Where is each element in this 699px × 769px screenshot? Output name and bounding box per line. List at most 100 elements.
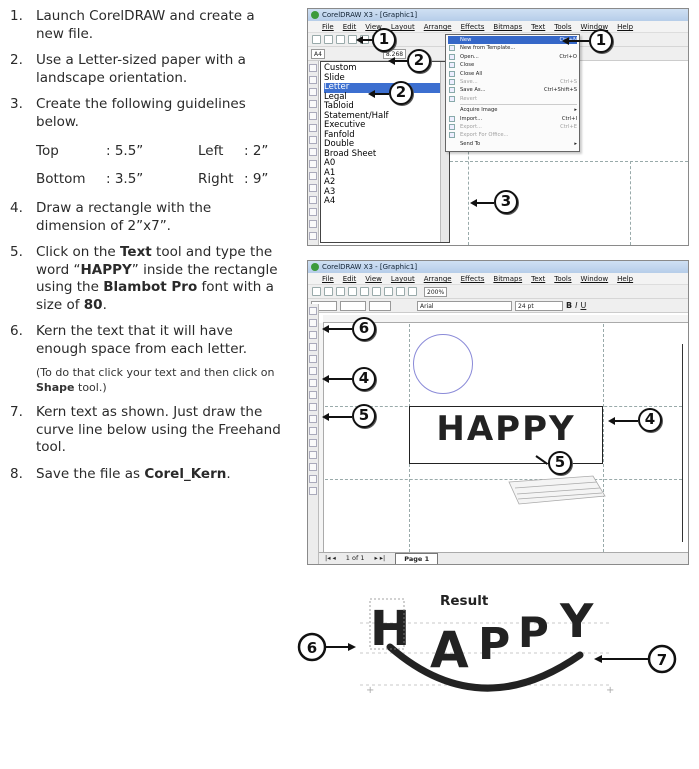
- save-icon[interactable]: [336, 35, 345, 44]
- paper-option[interactable]: A1: [324, 168, 446, 179]
- menu-item-send-to[interactable]: Send To ▸: [460, 140, 577, 148]
- interactive-tool-icon[interactable]: [309, 196, 317, 204]
- horizontal-guideline[interactable]: [450, 161, 688, 162]
- paper-type-dropdown[interactable]: A4: [311, 48, 325, 59]
- fill-tool-icon[interactable]: [309, 475, 317, 483]
- basic-shapes-icon[interactable]: [309, 172, 317, 180]
- connector-tool-icon[interactable]: [309, 487, 317, 495]
- zoom-tool-icon[interactable]: [309, 343, 317, 351]
- menu-layout[interactable]: Layout: [391, 273, 415, 284]
- menu-layout[interactable]: Layout: [391, 21, 415, 32]
- ellipse-tool-icon[interactable]: [309, 391, 317, 399]
- paper-option[interactable]: A0: [324, 158, 446, 169]
- open-icon[interactable]: [324, 35, 333, 44]
- menu-item-revert[interactable]: Revert: [449, 95, 577, 103]
- menu-item-new-from-template[interactable]: New from Template...: [449, 44, 577, 52]
- italic-icon[interactable]: I: [575, 301, 577, 310]
- outline-tool-icon[interactable]: [309, 220, 317, 228]
- font-size-dropdown[interactable]: 24 pt: [515, 300, 563, 311]
- menu-arrange[interactable]: Arrange: [424, 21, 452, 32]
- paper-option[interactable]: A3: [324, 187, 446, 198]
- menu-edit[interactable]: Edit: [343, 273, 357, 284]
- zoom-level-dropdown[interactable]: 200%: [424, 286, 448, 297]
- freehand-tool-icon[interactable]: [309, 112, 317, 120]
- bold-icon[interactable]: B: [566, 301, 572, 310]
- menu-item-acquire-image[interactable]: Acquire Image ▸: [460, 106, 577, 114]
- interactive-tool-icon[interactable]: [309, 439, 317, 447]
- vertical-guideline[interactable]: [630, 161, 631, 245]
- size-field[interactable]: [340, 300, 366, 311]
- menu-item-import[interactable]: Import... Ctrl+I: [449, 115, 577, 123]
- vertical-ruler[interactable]: [319, 323, 324, 552]
- shape-tool-icon[interactable]: [309, 319, 317, 327]
- polygon-tool-icon[interactable]: [309, 160, 317, 168]
- shape-tool-icon[interactable]: [309, 76, 317, 84]
- new-document-icon[interactable]: [312, 287, 321, 296]
- menu-tools[interactable]: Tools: [554, 273, 571, 284]
- menu-text[interactable]: Text: [531, 273, 545, 284]
- paste-icon[interactable]: [384, 287, 393, 296]
- text-tool-icon[interactable]: [309, 427, 317, 435]
- menu-tools[interactable]: Tools: [554, 21, 571, 32]
- menu-help[interactable]: Help: [617, 21, 633, 32]
- menu-help[interactable]: Help: [617, 273, 633, 284]
- basic-shapes-icon[interactable]: [309, 415, 317, 423]
- underline-icon[interactable]: U: [580, 301, 586, 310]
- menu-bitmaps[interactable]: Bitmaps: [493, 273, 522, 284]
- text-rectangle[interactable]: HAPPY: [409, 406, 603, 464]
- menu-item-close-all[interactable]: Close All: [449, 70, 577, 78]
- menu-window[interactable]: Window: [581, 273, 609, 284]
- rectangle-tool-icon[interactable]: [309, 379, 317, 387]
- menu-item-export-for-office[interactable]: Export For Office...: [449, 131, 577, 139]
- menu-effects[interactable]: Effects: [461, 21, 485, 32]
- print-icon[interactable]: [348, 287, 357, 296]
- pick-tool-icon[interactable]: [309, 307, 317, 315]
- new-document-icon[interactable]: [312, 35, 321, 44]
- result-letter-y[interactable]: Y: [559, 594, 594, 648]
- menu-item-export[interactable]: Export... Ctrl+E: [449, 123, 577, 131]
- menu-item-new[interactable]: New Ctrl+N: [448, 36, 577, 45]
- menu-item-close[interactable]: Close: [449, 61, 577, 69]
- horizontal-ruler[interactable]: [323, 315, 688, 323]
- paper-size-list[interactable]: Custom Slide Letter Legal Tabloid Statem…: [320, 61, 450, 243]
- result-letter-p[interactable]: P: [518, 608, 549, 657]
- text-tool-icon[interactable]: [309, 184, 317, 192]
- menu-item-open[interactable]: Open... Ctrl+O: [449, 53, 577, 61]
- menu-effects[interactable]: Effects: [461, 273, 485, 284]
- import-icon[interactable]: [408, 287, 417, 296]
- menu-text[interactable]: Text: [531, 21, 545, 32]
- pick-tool-icon[interactable]: [309, 64, 317, 72]
- menu-bitmaps[interactable]: Bitmaps: [493, 21, 522, 32]
- rectangle-tool-icon[interactable]: [309, 136, 317, 144]
- font-list-dropdown[interactable]: Arial: [417, 300, 512, 311]
- smart-fill-icon[interactable]: [309, 124, 317, 132]
- vertical-guideline[interactable]: [603, 324, 604, 552]
- copy-icon[interactable]: [372, 287, 381, 296]
- next-page-icon[interactable]: ▸ ▸|: [374, 553, 385, 564]
- menu-arrange[interactable]: Arrange: [424, 273, 452, 284]
- page-tab[interactable]: Page 1: [395, 553, 439, 564]
- result-letter-a[interactable]: A: [430, 621, 469, 679]
- drawing-canvas[interactable]: HAPPY: [325, 324, 683, 552]
- paper-option[interactable]: A4: [324, 196, 446, 207]
- crop-tool-icon[interactable]: [309, 331, 317, 339]
- zoom-tool-icon[interactable]: [309, 100, 317, 108]
- crop-tool-icon[interactable]: [309, 88, 317, 96]
- menu-item-save-as[interactable]: Save As... Ctrl+Shift+S: [449, 86, 577, 94]
- menu-item-save[interactable]: Save... Ctrl+S: [449, 78, 577, 86]
- menu-edit[interactable]: Edit: [343, 21, 357, 32]
- eyedropper-icon[interactable]: [309, 451, 317, 459]
- outline-tool-icon[interactable]: [309, 463, 317, 471]
- ellipse-shape[interactable]: [413, 334, 473, 394]
- happy-text[interactable]: HAPPY: [410, 409, 602, 449]
- paper-option[interactable]: A2: [324, 177, 446, 188]
- menu-file[interactable]: File: [322, 21, 334, 32]
- ellipse-tool-icon[interactable]: [309, 148, 317, 156]
- polygon-tool-icon[interactable]: [309, 403, 317, 411]
- result-letter-p[interactable]: P: [478, 619, 510, 670]
- freehand-tool-icon[interactable]: [309, 355, 317, 363]
- rotation-field[interactable]: [369, 300, 391, 311]
- paper-option[interactable]: Broad Sheet: [324, 149, 446, 160]
- fill-tool-icon[interactable]: [309, 232, 317, 240]
- open-icon[interactable]: [324, 287, 333, 296]
